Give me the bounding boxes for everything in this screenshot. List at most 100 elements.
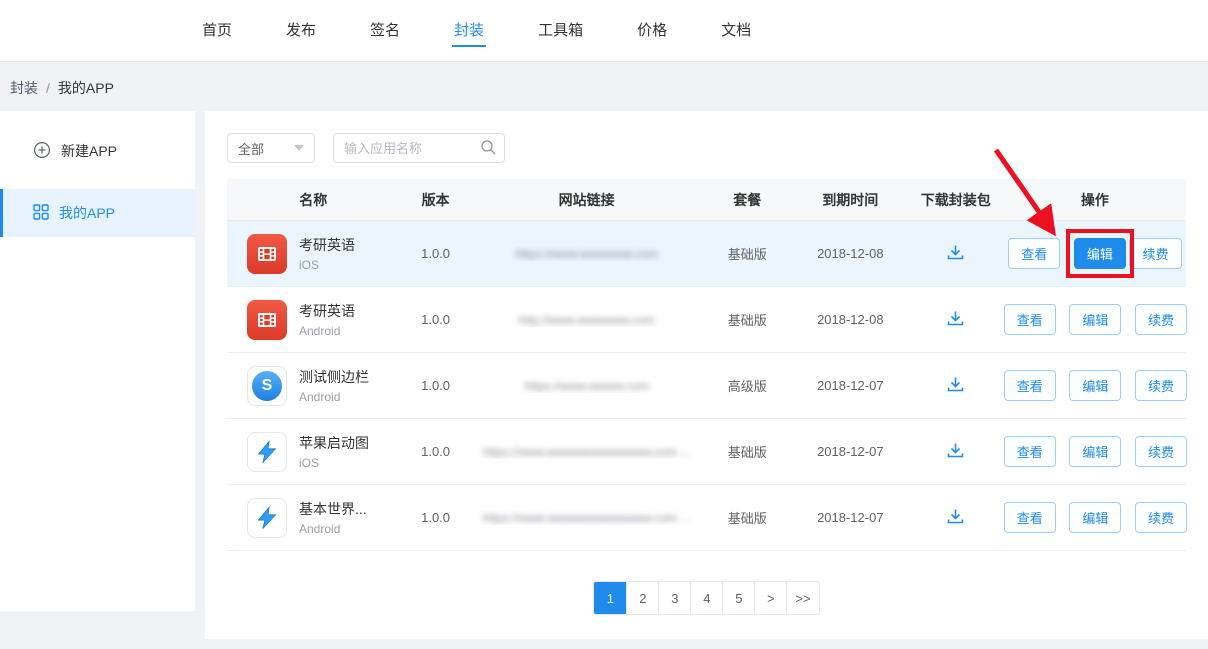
app-platform: iOS: [299, 456, 369, 470]
app-link: https://www.wwwwww.com: [516, 247, 658, 261]
breadcrumb-package[interactable]: 封装: [10, 80, 38, 96]
app-name: 考研英语: [299, 301, 355, 321]
header-expire: 到期时间: [793, 190, 908, 210]
sidebar-item-label: 新建APP: [61, 141, 117, 161]
chevron-down-icon: [294, 145, 304, 151]
edit-button[interactable]: 编辑: [1074, 238, 1126, 269]
view-button[interactable]: 查看: [1008, 238, 1060, 269]
last-page-button[interactable]: >>: [786, 582, 818, 614]
renew-button[interactable]: 续费: [1129, 238, 1181, 269]
app-version: 1.0.0: [400, 312, 472, 327]
grid-icon: [33, 204, 49, 223]
app-link: https://www.wwwwwwwwwwww.com ...: [483, 445, 690, 459]
app-plan: 基础版: [702, 508, 793, 527]
nav-item-price[interactable]: 价格: [635, 14, 669, 47]
header-link: 网站链接: [472, 190, 702, 210]
download-package-button[interactable]: [942, 371, 969, 401]
compass-letter: S: [252, 371, 282, 401]
app-name-cell: 考研英语 iOS: [227, 234, 400, 274]
app-plan: 基础版: [702, 442, 793, 461]
sidebar-item-label: 我的APP: [59, 203, 115, 223]
view-button[interactable]: 查看: [1004, 304, 1056, 335]
app-name: 测试侧边栏: [299, 367, 369, 387]
sidebar-item-my-apps[interactable]: 我的APP: [0, 189, 195, 237]
download-package-button[interactable]: [942, 239, 969, 269]
download-package-button[interactable]: [942, 437, 969, 467]
header-version: 版本: [400, 190, 472, 210]
renew-button[interactable]: 续费: [1135, 304, 1187, 335]
download-package-button[interactable]: [942, 305, 969, 335]
renew-button[interactable]: 续费: [1135, 370, 1187, 401]
filter-dropdown-value: 全部: [238, 139, 264, 158]
breadcrumb-separator: /: [46, 80, 50, 96]
app-expire-date: 2018-12-08: [793, 246, 908, 261]
app-platform: Android: [299, 522, 367, 536]
header-download: 下载封装包: [908, 190, 1004, 210]
view-button[interactable]: 查看: [1004, 502, 1056, 533]
plus-circle-icon: [33, 141, 51, 162]
filter-dropdown[interactable]: 全部: [227, 133, 315, 163]
page-button-1[interactable]: 1: [594, 582, 626, 614]
table-header-row: 名称 版本 网站链接 套餐 到期时间 下载封装包 操作: [227, 179, 1186, 221]
app-platform: Android: [299, 390, 369, 404]
page-button-2[interactable]: 2: [626, 582, 658, 614]
app-name-cell: 基本世界... Android: [227, 498, 400, 538]
compass-icon: S: [247, 366, 287, 406]
app-name-cell: 苹果启动图 iOS: [227, 432, 400, 472]
header-plan: 套餐: [702, 190, 793, 210]
edit-button[interactable]: 编辑: [1069, 370, 1121, 401]
search-icon[interactable]: [480, 139, 497, 161]
film-icon: [247, 300, 287, 340]
renew-button[interactable]: 续费: [1135, 502, 1187, 533]
app-name-cell: 考研英语 Android: [227, 300, 400, 340]
sidebar-item-new-app[interactable]: 新建APP: [0, 127, 195, 175]
app-table: 名称 版本 网站链接 套餐 到期时间 下载封装包 操作 考研英语 iOS: [227, 179, 1186, 551]
nav-item-toolbox[interactable]: 工具箱: [536, 14, 585, 47]
app-version: 1.0.0: [400, 510, 472, 525]
page-button-5[interactable]: 5: [722, 582, 754, 614]
app-link: http://www.wwwwww.com: [519, 313, 655, 327]
edit-button[interactable]: 编辑: [1069, 304, 1121, 335]
download-package-button[interactable]: [942, 503, 969, 533]
app-expire-date: 2018-12-07: [793, 378, 908, 393]
header-actions: 操作: [1004, 190, 1186, 210]
app-name-cell: S 测试侧边栏 Android: [227, 366, 400, 406]
table-row: S 测试侧边栏 Android 1.0.0 https://www.wwww.c…: [227, 353, 1186, 419]
top-nav: 首页 发布 签名 封装 工具箱 价格 文档: [0, 0, 1208, 62]
nav-item-publish[interactable]: 发布: [284, 14, 318, 47]
nav-item-docs[interactable]: 文档: [719, 14, 753, 47]
bolt-icon: [247, 498, 287, 538]
app-version: 1.0.0: [400, 378, 472, 393]
filter-bar: 全部: [227, 133, 1186, 163]
table-row: 基本世界... Android 1.0.0 https://www.wwwwww…: [227, 485, 1186, 551]
main-panel: 全部 名称 版本 网站链接 套餐 到期时间 下载封装包 操作: [205, 111, 1208, 639]
app-version: 1.0.0: [400, 444, 472, 459]
film-icon: [247, 234, 287, 274]
app-platform: Android: [299, 324, 355, 338]
app-plan: 高级版: [702, 376, 793, 395]
page-button-4[interactable]: 4: [690, 582, 722, 614]
app-name: 苹果启动图: [299, 433, 369, 453]
app-name: 基本世界...: [299, 499, 367, 519]
view-button[interactable]: 查看: [1004, 370, 1056, 401]
sidebar: 新建APP 我的APP: [0, 111, 195, 611]
search-box: [333, 133, 505, 163]
nav-item-sign[interactable]: 签名: [368, 14, 402, 47]
app-expire-date: 2018-12-07: [793, 510, 908, 525]
app-link: https://www.wwwwwwwwwwww.com ...: [483, 511, 690, 525]
nav-item-home[interactable]: 首页: [200, 14, 234, 47]
nav-item-package[interactable]: 封装: [452, 14, 486, 47]
view-button[interactable]: 查看: [1004, 436, 1056, 467]
app-platform: iOS: [299, 258, 355, 272]
renew-button[interactable]: 续费: [1135, 436, 1187, 467]
page-button-3[interactable]: 3: [658, 582, 690, 614]
app-name: 考研英语: [299, 235, 355, 255]
bolt-icon: [247, 432, 287, 472]
edit-button[interactable]: 编辑: [1069, 502, 1121, 533]
app-plan: 基础版: [702, 310, 793, 329]
table-row: 考研英语 Android 1.0.0 http://www.wwwwww.com…: [227, 287, 1186, 353]
app-plan: 基础版: [702, 244, 793, 263]
app-link: https://www.wwww.com: [524, 379, 649, 393]
edit-button[interactable]: 编辑: [1069, 436, 1121, 467]
next-page-button[interactable]: >: [754, 582, 786, 614]
